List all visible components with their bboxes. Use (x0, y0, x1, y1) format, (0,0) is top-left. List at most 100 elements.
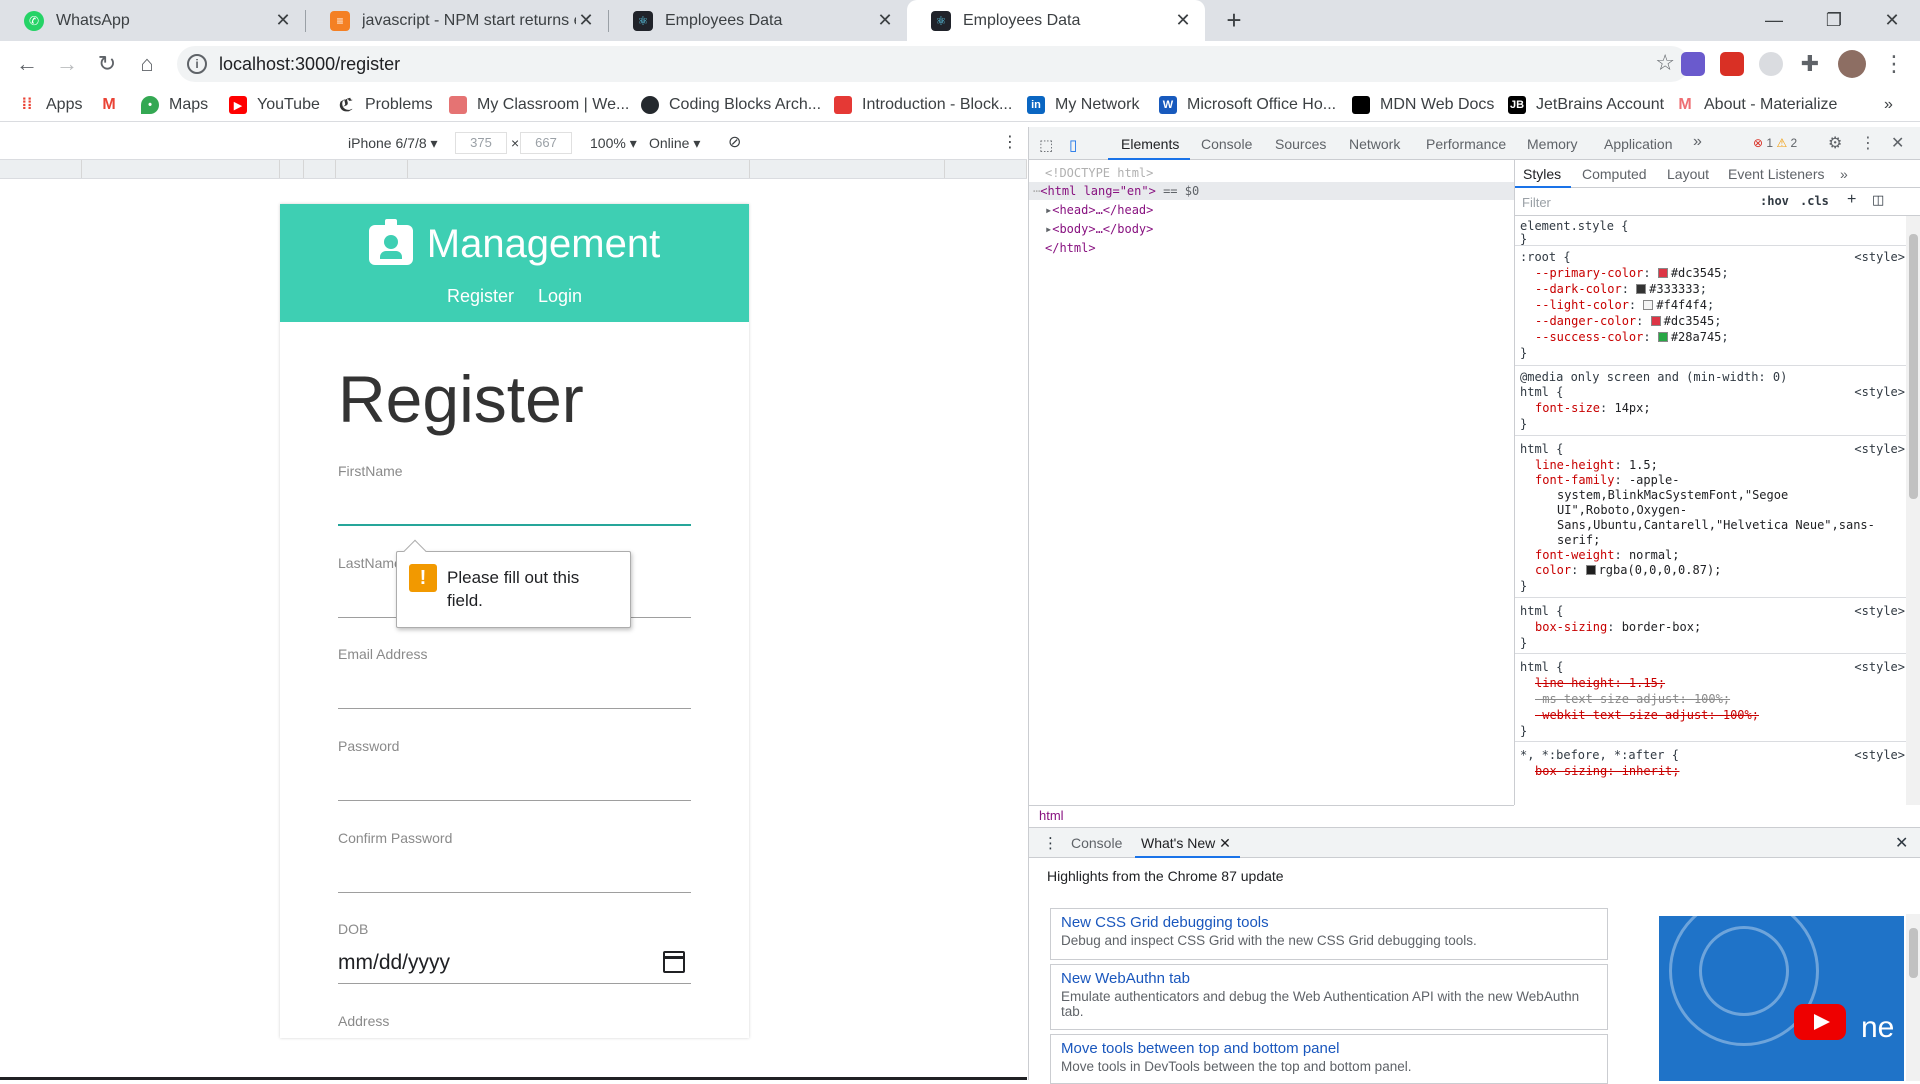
dom-head-node[interactable]: ▸<head>…</head> (1045, 203, 1153, 217)
bookmark-maps[interactable]: • Maps (141, 94, 208, 116)
drawer-scrollbar[interactable] (1906, 914, 1920, 1081)
browser-tab-active[interactable]: ⚛ Employees Data ✕ (907, 0, 1205, 41)
browser-tab[interactable]: ✆ WhatsApp ✕ (0, 0, 305, 41)
site-info-icon[interactable]: i (187, 54, 207, 74)
drawer-tab-whats-new[interactable]: What's New ✕ (1141, 835, 1231, 852)
new-tab-button[interactable]: + (1206, 0, 1262, 40)
rule-selector[interactable]: html { (1520, 660, 1563, 675)
network-throttle-select[interactable]: Online ▾ (649, 135, 700, 152)
cls-toggle[interactable]: .cls (1800, 194, 1829, 208)
bookmark-star-icon[interactable]: ☆ (1655, 50, 1675, 76)
rule-selector[interactable]: :root { (1520, 250, 1571, 265)
media-query-segment[interactable] (408, 160, 750, 178)
bookmark-jetbrains[interactable]: JB JetBrains Account (1508, 94, 1664, 116)
color-swatch[interactable] (1636, 284, 1647, 294)
home-icon[interactable]: ⌂ (130, 47, 164, 81)
css-property[interactable]: --light-color: #f4f4f4; (1535, 298, 1714, 313)
more-tabs-icon[interactable]: » (1693, 133, 1702, 151)
rule-source[interactable]: <style> (1854, 385, 1905, 400)
browser-tab[interactable]: ≡ javascript - NPM start returns err ✕ (306, 0, 608, 41)
extensions-puzzle-icon[interactable]: ✚ (1798, 52, 1822, 76)
settings-gear-icon[interactable]: ⚙ (1828, 133, 1842, 153)
color-swatch[interactable] (1643, 300, 1654, 310)
rule-source[interactable]: <style> (1854, 442, 1905, 457)
close-tab-icon[interactable]: ✕ (1173, 10, 1193, 31)
device-height-input[interactable]: 667 (520, 132, 572, 154)
bookmark-materialize[interactable]: M About - Materialize (1676, 94, 1837, 116)
close-tab-icon[interactable]: ✕ (576, 10, 596, 31)
media-query-segment[interactable] (82, 160, 280, 178)
inspect-element-icon[interactable]: ⬚ (1039, 136, 1053, 154)
rule-source[interactable]: <style> (1854, 604, 1905, 619)
close-devtools-icon[interactable]: ✕ (1891, 133, 1904, 153)
tab-application[interactable]: Application (1604, 136, 1673, 152)
css-property[interactable]: font-family: -apple- (1535, 473, 1680, 488)
css-property[interactable]: --danger-color: #dc3545; (1535, 314, 1721, 329)
extension-circle-icon[interactable] (1759, 52, 1783, 76)
card-title[interactable]: New WebAuthn tab (1061, 970, 1597, 987)
rule-selector[interactable]: *, *:before, *:after { (1520, 748, 1679, 763)
browser-menu-icon[interactable]: ⋮ (1877, 47, 1911, 81)
media-query-bar[interactable] (0, 160, 1027, 179)
scrollbar-thumb[interactable] (1909, 928, 1918, 978)
css-property[interactable]: font-weight: normal; (1535, 548, 1680, 563)
rule-source[interactable]: <style> (1854, 250, 1905, 265)
css-property[interactable]: --dark-color: #333333; (1535, 282, 1707, 297)
extension-red-icon[interactable] (1720, 52, 1744, 76)
rotate-icon[interactable]: ⊘ (728, 132, 741, 152)
whats-new-video-thumbnail[interactable]: ne (1659, 916, 1904, 1081)
browser-tab[interactable]: ⚛ Employees Data ✕ (609, 0, 907, 41)
email-input[interactable] (338, 676, 691, 706)
color-swatch[interactable] (1657, 268, 1668, 278)
dom-body-node[interactable]: ▸<body>…</body> (1045, 222, 1153, 236)
css-property[interactable]: box-sizing: border-box; (1535, 620, 1701, 635)
youtube-play-icon[interactable] (1794, 1004, 1846, 1040)
rule-source[interactable]: <style> (1854, 748, 1905, 763)
overridden-property[interactable]: box-sizing: inherit; (1535, 764, 1680, 779)
color-swatch[interactable] (1650, 316, 1661, 326)
confirm-password-input[interactable] (338, 860, 691, 890)
bookmark-classroom[interactable]: My Classroom | We... (449, 94, 629, 116)
bookmark-github[interactable]: Coding Blocks Arch... (641, 94, 821, 116)
extension-shield-icon[interactable] (1681, 52, 1705, 76)
bookmark-mdn[interactable]: MDN Web Docs (1352, 94, 1494, 116)
bookmark-apps[interactable]: ⁞⁞ Apps (18, 94, 83, 116)
drawer-tab-console[interactable]: Console (1071, 835, 1122, 851)
rule-selector[interactable]: html { (1520, 442, 1563, 457)
tab-network[interactable]: Network (1349, 136, 1400, 152)
scrollbar-thumb[interactable] (1909, 234, 1918, 499)
bookmarks-overflow-icon[interactable]: » (1884, 94, 1893, 116)
overridden-property[interactable]: -ms-text-size-adjust: 100%; (1535, 692, 1730, 707)
bookmark-linkedin[interactable]: in My Network (1027, 94, 1139, 116)
whats-new-card[interactable]: New WebAuthn tab Emulate authenticators … (1050, 964, 1608, 1030)
tab-elements[interactable]: Elements (1121, 136, 1179, 152)
drawer-menu-icon[interactable]: ⋮ (1043, 834, 1058, 852)
media-query-segment[interactable] (304, 160, 336, 178)
dob-input[interactable]: mm/dd/yyyy (338, 951, 450, 975)
bookmark-gmail[interactable]: M (100, 94, 128, 116)
device-width-input[interactable]: 375 (455, 132, 507, 154)
rule-selector[interactable]: html { (1520, 385, 1563, 400)
tab-styles[interactable]: Styles (1523, 166, 1561, 182)
maximize-icon[interactable]: ❐ (1806, 0, 1862, 40)
dom-html-node[interactable]: ⋯<html lang="en"> == $0 (1033, 184, 1199, 198)
close-tab-icon[interactable]: ✕ (1219, 835, 1231, 851)
bookmark-office[interactable]: W Microsoft Office Ho... (1159, 94, 1336, 116)
password-input[interactable] (338, 768, 691, 798)
media-query-segment[interactable] (945, 160, 1027, 178)
css-property[interactable]: font-size: 14px; (1535, 401, 1651, 416)
minimize-icon[interactable]: — (1746, 0, 1802, 40)
app-brand[interactable]: Management (280, 218, 749, 267)
rule-selector[interactable]: html { (1520, 604, 1563, 619)
bookmark-youtube[interactable]: ▶ YouTube (229, 94, 320, 116)
devtools-menu-icon[interactable]: ⋮ (1860, 133, 1876, 153)
rule-source[interactable]: <style> (1854, 660, 1905, 675)
media-query-segment[interactable] (0, 160, 82, 178)
nav-login-link[interactable]: Login (538, 286, 582, 307)
close-tab-icon[interactable]: ✕ (875, 10, 895, 31)
color-swatch[interactable] (1657, 332, 1668, 342)
tab-console[interactable]: Console (1201, 136, 1252, 152)
calendar-icon[interactable] (663, 951, 685, 973)
address-bar[interactable]: i localhost:3000/register ☆ (177, 46, 1689, 82)
breadcrumb[interactable]: html (1029, 805, 1514, 826)
